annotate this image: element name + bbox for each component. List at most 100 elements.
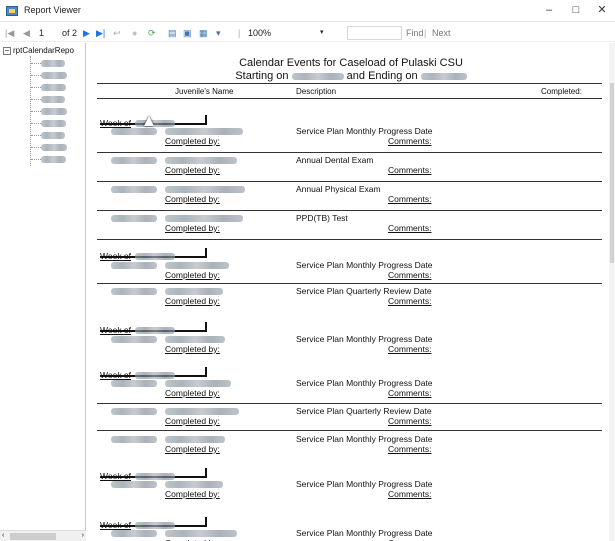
event-description: Annual Dental Exam: [296, 155, 374, 165]
row-separator: [97, 152, 602, 153]
tree-item[interactable]: [31, 95, 65, 103]
find-button[interactable]: Find: [406, 27, 424, 39]
back-icon[interactable]: ↩: [113, 27, 121, 39]
close-button[interactable]: ✕: [589, 2, 615, 19]
column-header: Juvenile's Name Description Completed:: [97, 83, 602, 99]
completed-by-label: Completed by:: [165, 388, 220, 398]
zoom-select[interactable]: 100%: [248, 27, 271, 39]
juvenile-name-redacted: [165, 128, 243, 135]
collapse-icon[interactable]: −: [3, 46, 11, 55]
comments-label: Comments:: [388, 270, 432, 280]
juvenile-name-redacted: [165, 157, 237, 164]
col-juvenile-name: Juvenile's Name: [175, 87, 234, 96]
minimize-button[interactable]: –: [536, 2, 562, 19]
event-date-redacted: [111, 436, 157, 443]
completed-by-label: Completed by:: [165, 194, 220, 204]
event-date-redacted: [111, 215, 157, 222]
juvenile-name-redacted: [165, 215, 243, 222]
find-input[interactable]: [347, 26, 402, 40]
report-vertical-scrollbar[interactable]: [609, 43, 615, 541]
event-description: Service Plan Monthly Progress Date: [296, 479, 433, 489]
starting-on-label: Starting on: [235, 70, 289, 82]
page-count: of 2: [62, 28, 78, 38]
completed-by-label: Completed by:: [165, 296, 220, 306]
week-label: Week of: [100, 520, 132, 530]
completed-by-label: Completed by:: [165, 444, 220, 454]
first-page-icon[interactable]: |◀: [5, 27, 14, 39]
tree-root[interactable]: − rptCalendarRepo: [3, 46, 74, 55]
scroll-right-icon[interactable]: ›: [82, 532, 84, 539]
scroll-thumb[interactable]: [10, 533, 56, 540]
tree-horizontal-scrollbar[interactable]: ‹ ›: [0, 530, 86, 541]
col-completed: Completed:: [541, 87, 582, 96]
page-setup-icon[interactable]: ▦: [199, 27, 208, 39]
event-date-redacted: [111, 408, 157, 415]
completed-by-label: Completed by:: [165, 136, 220, 146]
start-date-redacted: [291, 72, 344, 80]
event-date-redacted: [111, 336, 157, 343]
juvenile-name-redacted: [165, 530, 237, 537]
find-next-button[interactable]: Next: [432, 27, 451, 39]
comments-label: Comments:: [388, 388, 432, 398]
ending-on-label: and Ending on: [346, 70, 418, 82]
document-map: − rptCalendarRepo ‹ ›: [0, 43, 86, 541]
juvenile-name-redacted: [165, 408, 239, 415]
prev-page-icon[interactable]: ◀: [23, 27, 30, 39]
juvenile-name-redacted: [165, 288, 223, 295]
comments-label: Comments:: [388, 444, 432, 454]
tree-item[interactable]: [31, 155, 66, 163]
export-icon[interactable]: ▾: [216, 27, 221, 39]
toolbar-separator: |: [238, 28, 241, 38]
juvenile-name-redacted: [165, 380, 231, 387]
stop-icon[interactable]: ●: [132, 27, 137, 39]
week-label: Week of: [100, 251, 132, 261]
week-date-redacted: [135, 372, 175, 379]
window-title: Report Viewer: [24, 5, 81, 15]
week-date-redacted: [135, 327, 175, 334]
page-number-input[interactable]: 1: [39, 27, 44, 39]
event-date-redacted: [111, 262, 157, 269]
event-description: Service Plan Monthly Progress Date: [296, 334, 433, 344]
event-date-redacted: [111, 530, 157, 537]
week-label: Week of: [100, 370, 132, 380]
print-layout-icon[interactable]: ▣: [183, 27, 192, 39]
scroll-thumb[interactable]: [610, 83, 614, 263]
juvenile-name-redacted: [165, 481, 223, 488]
event-description: Service Plan Monthly Progress Date: [296, 126, 433, 136]
print-icon[interactable]: ▤: [168, 27, 177, 39]
event-description: Service Plan Monthly Progress Date: [296, 378, 433, 388]
next-page-icon[interactable]: ▶: [83, 27, 90, 39]
tree-item[interactable]: [31, 119, 66, 127]
report-title-line2: Starting on and Ending on: [87, 70, 615, 83]
row-separator: [97, 210, 602, 211]
tree-item[interactable]: [31, 71, 67, 79]
tree-item[interactable]: [31, 131, 65, 139]
event-date-redacted: [111, 157, 157, 164]
event-date-redacted: [111, 288, 157, 295]
event-date-redacted: [111, 380, 157, 387]
juvenile-name-redacted: [165, 436, 225, 443]
tree-item[interactable]: [31, 143, 67, 151]
event-description: Service Plan Quarterly Review Date: [296, 286, 432, 296]
mouse-cursor-icon: [144, 116, 154, 126]
refresh-icon[interactable]: ⟳: [148, 27, 156, 39]
row-separator: [97, 181, 602, 182]
event-description: Service Plan Quarterly Review Date: [296, 406, 432, 416]
completed-by-label: Completed by:: [165, 223, 220, 233]
tree-item[interactable]: [31, 107, 67, 115]
tree-item[interactable]: [31, 59, 65, 67]
maximize-button[interactable]: □: [563, 2, 589, 19]
completed-by-label: Completed by:: [165, 416, 220, 426]
comments-label: Comments:: [388, 416, 432, 426]
scroll-left-icon[interactable]: ‹: [2, 532, 4, 539]
row-separator: [97, 430, 602, 431]
tree-item[interactable]: [31, 83, 66, 91]
comments-label: Comments:: [388, 223, 432, 233]
event-description: Service Plan Monthly Progress Date: [296, 434, 433, 444]
event-date-redacted: [111, 128, 157, 135]
comments-label: Comments:: [388, 194, 432, 204]
completed-by-label: Completed by:: [165, 270, 220, 280]
last-page-icon[interactable]: ▶|: [96, 27, 105, 39]
col-description: Description: [296, 87, 337, 96]
zoom-dropdown-icon[interactable]: ▾: [320, 27, 324, 39]
